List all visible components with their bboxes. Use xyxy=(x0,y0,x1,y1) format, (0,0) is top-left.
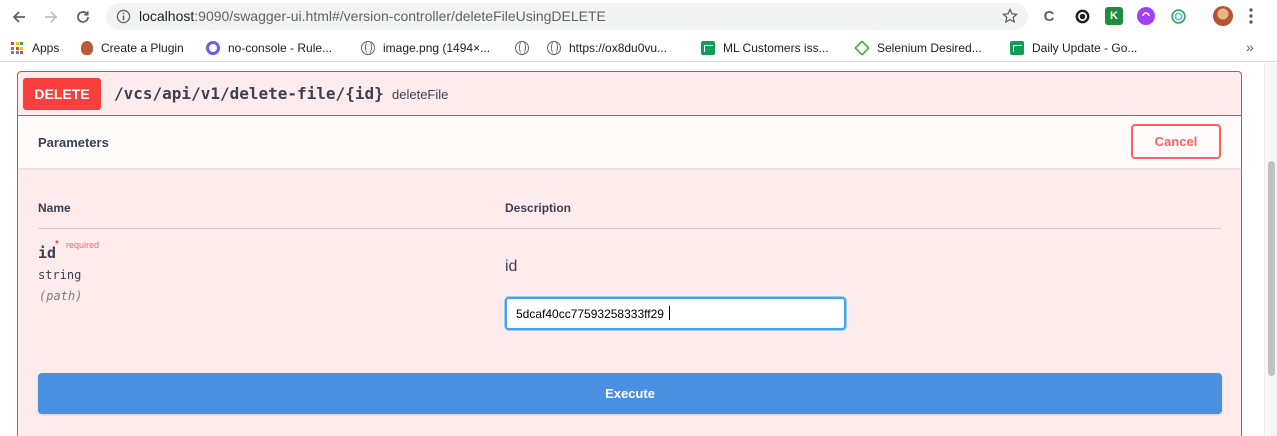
parameter-location: (path) xyxy=(39,289,83,303)
globe-icon xyxy=(361,41,375,55)
profile-avatar[interactable] xyxy=(1213,6,1233,26)
bookmark-label: no-console - Rule... xyxy=(228,41,333,55)
extension-link-icon[interactable] xyxy=(1073,7,1091,25)
bookmark-apps[interactable]: Apps xyxy=(11,40,59,56)
bookmark-label: Create a Plugin xyxy=(101,41,184,55)
required-label: required xyxy=(66,240,100,250)
http-method-badge: DELETE xyxy=(23,78,101,110)
bookmark-label: Daily Update - Go... xyxy=(1032,41,1138,55)
sheets-icon xyxy=(1010,41,1024,55)
parameters-title: Parameters xyxy=(38,135,109,150)
plugin-icon xyxy=(81,41,93,55)
eslint-icon xyxy=(206,41,220,55)
globe-icon xyxy=(515,41,529,55)
table-divider xyxy=(38,228,1221,229)
bookmark-daily-update[interactable]: Daily Update - Go... xyxy=(1010,40,1137,56)
back-button[interactable] xyxy=(7,5,31,29)
bookmark-label: ML Customers iss... xyxy=(723,41,829,55)
apps-grid-icon xyxy=(11,42,23,54)
url-text: localhost:9090/swagger-ui.html#/version-… xyxy=(139,8,606,24)
selenium-icon xyxy=(854,40,870,56)
globe-icon xyxy=(547,41,561,55)
execute-button[interactable]: Execute xyxy=(38,373,1222,414)
forward-button[interactable] xyxy=(39,5,63,29)
bookmark-no-console[interactable]: no-console - Rule... xyxy=(206,40,332,56)
bookmark-star-icon[interactable] xyxy=(1002,8,1018,24)
url-path: :9090/swagger-ui.html#/version-controlle… xyxy=(194,8,606,24)
back-arrow-icon xyxy=(12,11,25,23)
reload-icon xyxy=(77,11,89,23)
extension-spiral-icon[interactable] xyxy=(1169,7,1187,25)
parameters-header: Parameters Cancel xyxy=(18,116,1241,168)
vertical-scrollbar[interactable] xyxy=(1264,63,1277,436)
bookmark-selenium[interactable]: Selenium Desired... xyxy=(854,40,982,56)
column-header-name: Name xyxy=(38,201,71,215)
bookmark-label: https://ox8du0vu... xyxy=(569,41,668,55)
operation-summary[interactable]: DELETE /vcs/api/v1/delete-file/{id} dele… xyxy=(18,72,1241,116)
swagger-page: DELETE /vcs/api/v1/delete-file/{id} dele… xyxy=(0,63,1264,436)
column-header-description: Description xyxy=(505,201,572,215)
bookmark-create-plugin[interactable]: Create a Plugin xyxy=(81,40,184,56)
text-caret xyxy=(669,306,670,320)
bookmarks-bar: Apps Create a Plugin no-console - Rule..… xyxy=(0,34,1277,62)
address-bar[interactable]: localhost:9090/swagger-ui.html#/version-… xyxy=(106,3,1028,30)
extension-k-icon[interactable]: K xyxy=(1105,7,1123,25)
bookmark-label: image.png (1494×... xyxy=(383,41,491,55)
operation-summary-text: deleteFile xyxy=(392,87,449,102)
forward-arrow-icon xyxy=(45,11,58,23)
extension-purple-icon[interactable] xyxy=(1137,7,1155,25)
bookmark-image-png[interactable]: image.png (1494×... xyxy=(361,40,490,56)
id-input[interactable] xyxy=(505,297,846,330)
extension-c-icon[interactable]: C xyxy=(1040,7,1058,25)
bookmark-ox8du0vu[interactable]: https://ox8du0vu... xyxy=(515,40,667,56)
required-star: * xyxy=(55,239,59,250)
bookmark-label: Selenium Desired... xyxy=(877,41,982,55)
url-host: localhost xyxy=(139,8,195,24)
parameter-description: id xyxy=(505,258,518,275)
parameter-type: string xyxy=(38,268,82,282)
browser-toolbar: localhost:9090/swagger-ui.html#/version-… xyxy=(0,0,1277,34)
bookmark-label: Apps xyxy=(32,41,60,55)
scrollbar-thumb[interactable] xyxy=(1268,161,1275,376)
sheets-icon xyxy=(701,41,715,55)
parameter-name: id xyxy=(38,244,57,262)
info-icon[interactable] xyxy=(116,9,131,24)
cancel-button[interactable]: Cancel xyxy=(1131,124,1221,159)
browser-menu-icon[interactable] xyxy=(1248,7,1254,25)
bookmark-ml-customers[interactable]: ML Customers iss... xyxy=(701,40,829,56)
operation-path: /vcs/api/v1/delete-file/{id} xyxy=(114,84,384,103)
operation-block-delete: DELETE /vcs/api/v1/delete-file/{id} dele… xyxy=(17,71,1242,436)
bookmarks-overflow-button[interactable]: » xyxy=(1246,39,1254,55)
reload-button[interactable] xyxy=(71,5,95,29)
